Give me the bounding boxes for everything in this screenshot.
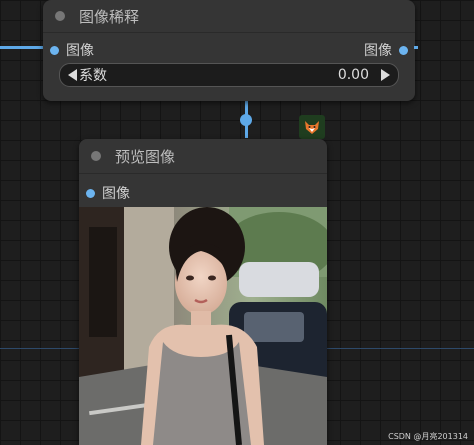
dilute-input-slot[interactable]: 图像 <box>50 40 94 60</box>
dilute-output-label: 图像 <box>364 43 392 59</box>
dilute-node[interactable]: 图像稀释 图像 图像 系数 0.00 <box>43 0 415 101</box>
coefficient-widget[interactable]: 系数 0.00 <box>59 63 399 87</box>
increment-arrow-icon[interactable] <box>381 69 390 81</box>
watermark-text: CSDN @月亮201314 <box>388 432 468 441</box>
input-connector-icon[interactable] <box>86 188 95 198</box>
dilute-output-slot[interactable]: 图像 <box>364 40 408 60</box>
collapse-dot-icon[interactable] <box>55 11 65 21</box>
fox-badge[interactable] <box>299 115 325 139</box>
dilute-input-label: 图像 <box>66 43 94 59</box>
preview-node-header[interactable]: 预览图像 <box>79 139 327 174</box>
fox-icon <box>305 121 319 134</box>
output-link-stub <box>414 46 418 49</box>
output-connector-icon[interactable] <box>399 45 408 55</box>
coefficient-value[interactable]: 0.00 <box>338 67 369 83</box>
collapse-dot-icon[interactable] <box>91 151 101 161</box>
dilute-node-title: 图像稀释 <box>79 7 140 26</box>
preview-image <box>79 207 327 445</box>
preview-input-label: 图像 <box>102 186 130 202</box>
dilute-node-header[interactable]: 图像稀释 <box>43 0 415 33</box>
preview-input-slot[interactable]: 图像 <box>86 183 130 203</box>
preview-node-title: 预览图像 <box>115 147 176 166</box>
input-connector-icon[interactable] <box>50 45 59 55</box>
coefficient-label: 系数 <box>79 68 107 84</box>
link-reroute-dot[interactable] <box>240 114 252 126</box>
link-wire-left <box>0 46 48 49</box>
decrement-arrow-icon[interactable] <box>68 69 77 81</box>
